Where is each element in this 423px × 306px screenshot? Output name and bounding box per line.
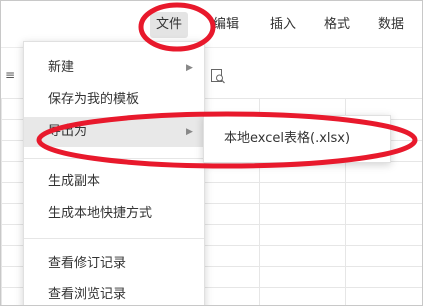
menu-item-label: 查看修订记录 xyxy=(48,256,127,271)
menu-item-label: 生成本地快捷方式 xyxy=(48,206,153,221)
menu-item-label: 导出为 xyxy=(48,124,88,139)
find-icon[interactable] xyxy=(210,68,226,87)
menu-item-revision-history[interactable]: 查看修订记录 xyxy=(24,249,204,279)
menu-insert[interactable]: 插入 xyxy=(264,12,302,38)
menu-edit[interactable]: 编辑 xyxy=(207,12,245,38)
app-window: 文件 编辑 插入 格式 数据 ≡ 新建 ▶ 保存为我的模板 导出为 ▶ 生成副本… xyxy=(0,0,423,306)
menu-item-export-as[interactable]: 导出为 ▶ xyxy=(24,117,204,147)
menu-item-label: 保存为我的模板 xyxy=(48,92,140,107)
chevron-right-icon: ▶ xyxy=(186,63,193,73)
menu-data[interactable]: 数据 xyxy=(372,12,410,38)
chevron-right-icon: ▶ xyxy=(186,127,193,137)
export-submenu: 本地excel表格(.xlsx) xyxy=(203,115,391,163)
submenu-item-xlsx[interactable]: 本地excel表格(.xlsx) xyxy=(204,124,390,154)
menu-format[interactable]: 格式 xyxy=(318,12,356,38)
menu-item-save-as-template[interactable]: 保存为我的模板 xyxy=(24,85,204,115)
menu-item-create-shortcut[interactable]: 生成本地快捷方式 xyxy=(24,199,204,229)
menu-item-view-history[interactable]: 查看浏览记录 xyxy=(24,280,204,305)
menu-file[interactable]: 文件 xyxy=(150,12,189,38)
menu-item-label: 新建 xyxy=(48,60,75,75)
menu-divider xyxy=(24,158,204,159)
menu-divider xyxy=(24,238,204,239)
format-icon[interactable]: ≡ xyxy=(5,68,15,82)
file-dropdown-menu: 新建 ▶ 保存为我的模板 导出为 ▶ 生成副本 生成本地快捷方式 查看修订记录 … xyxy=(23,41,205,305)
menu-item-new[interactable]: 新建 ▶ xyxy=(24,53,204,83)
menu-item-label: 生成副本 xyxy=(48,174,101,189)
menu-item-label: 查看浏览记录 xyxy=(48,287,127,302)
menu-item-make-copy[interactable]: 生成副本 xyxy=(24,167,204,197)
